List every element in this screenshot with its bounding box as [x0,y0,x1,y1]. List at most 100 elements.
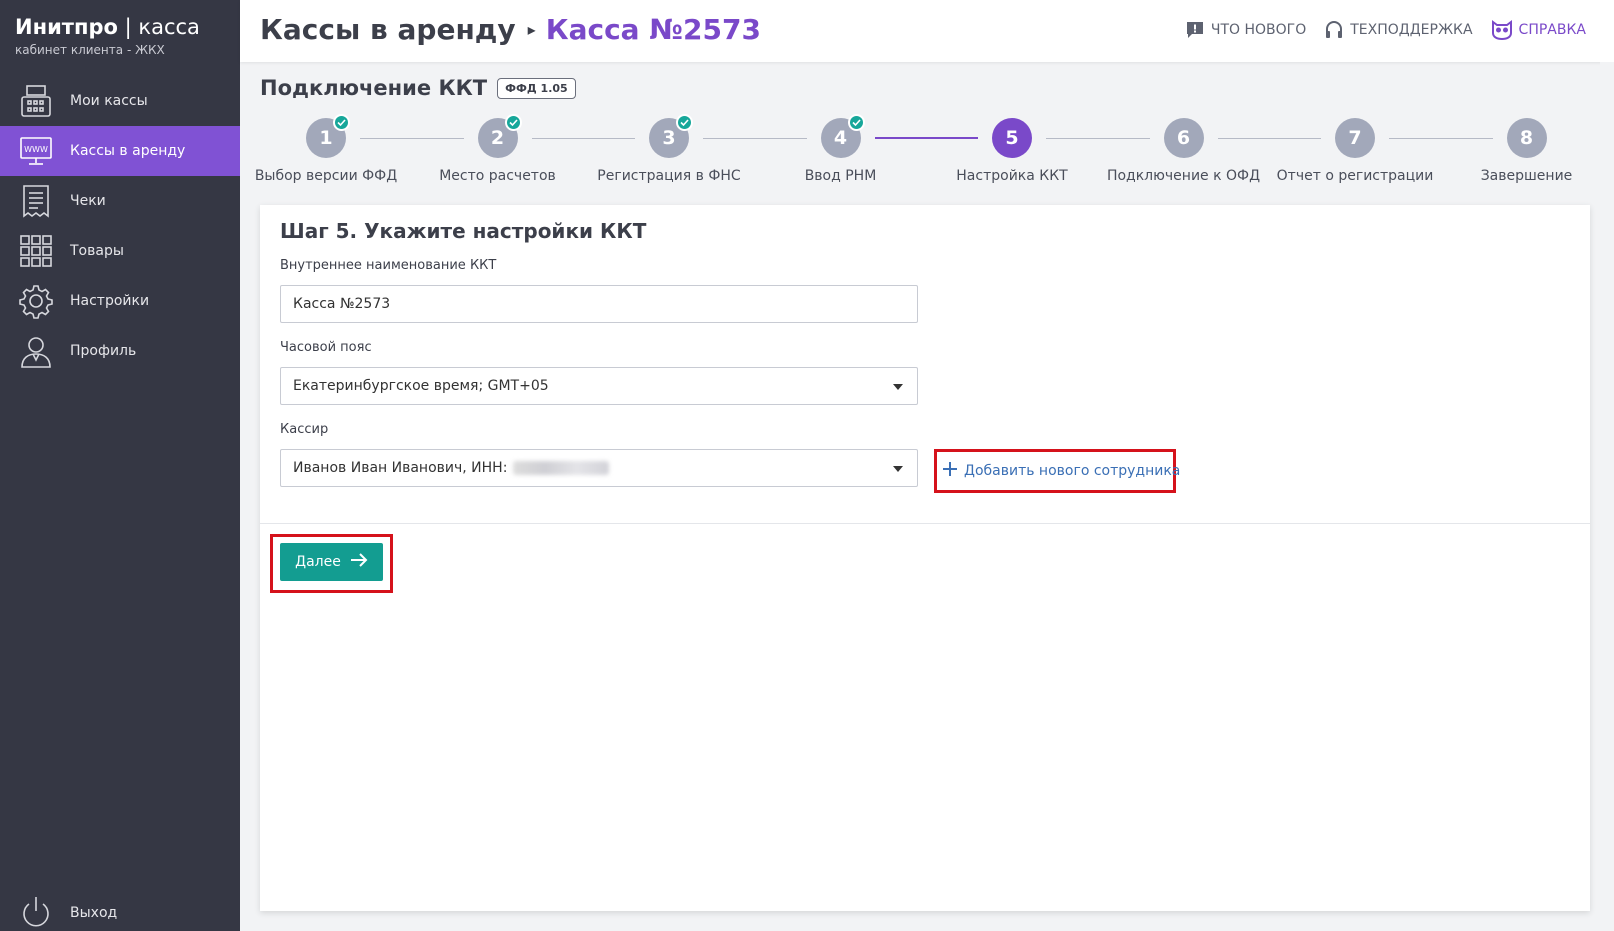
check-icon [333,114,350,131]
sidebar-item-label: Товары [70,243,124,259]
caret-down-icon [893,466,903,472]
help-link[interactable]: Справка [1491,20,1586,40]
sidebar-item-my-registers[interactable]: Мои кассы [0,76,240,126]
cash-register-icon [16,81,56,121]
step-label: Настройка ККТ [956,168,1068,184]
wizard-stepper: 1 Выбор версии ФФД 2 Место расчетов 3 Регистр… [255,114,1614,190]
sidebar-item-profile[interactable]: Профиль [0,326,240,376]
step-title: Шаг 5. Укажите настройки ККТ [280,219,647,243]
internal-name-value: Касса №2573 [293,296,391,312]
caret-down-icon [893,384,903,390]
sidebar-item-label: Кассы в аренду [70,143,186,159]
scrollbar[interactable] [1600,62,1614,931]
step-label: Место расчетов [439,168,556,184]
step-5: 5 Настройка ККТ [927,118,1097,184]
sidebar-item-label: Чеки [70,193,106,209]
www-monitor-icon: WWW [16,131,56,171]
step-number: 6 [1176,127,1191,149]
svg-text:WWW: WWW [24,145,48,154]
step-label: Подключение к ОФД [1106,168,1261,184]
top-header: Кассы в аренду ▸ Касса №2573 Что нового … [240,0,1614,62]
cashier-label: Кассир [280,422,329,437]
timezone-value: Екатеринбургское время; GMT+05 [293,378,549,394]
plus-icon [943,462,957,480]
sidebar-item-receipts[interactable]: Чеки [0,176,240,226]
step-label: Ввод РНМ [804,168,877,184]
step-circle: 7 [1335,118,1375,158]
internal-name-label: Внутреннее наименование ККТ [280,258,497,273]
step-number: 5 [1005,127,1019,149]
step-circle: 1 [306,114,350,158]
form-card: Шаг 5. Укажите настройки ККТ Внутреннее … [260,205,1590,911]
ffd-version-badge: ФФД 1.05 [497,77,576,99]
section-title: Подключение ККТ [260,76,488,100]
breadcrumb-root[interactable]: Кассы в аренду [260,13,516,46]
sidebar-item-rental-registers[interactable]: WWW Кассы в аренду [0,126,240,176]
help-label: Справка [1518,22,1586,38]
redacted-inn [513,461,610,475]
next-button-highlight: Далее [270,534,393,593]
breadcrumb-current: Касса №2573 [545,13,761,46]
next-button[interactable]: Далее [280,543,383,581]
header-links: Что нового Техподдержка Справка [1185,20,1586,40]
whats-new-link[interactable]: Что нового [1185,20,1306,40]
brand-logo[interactable]: Инитпро | касса кабинет клиента - ЖКХ [15,14,200,57]
step-circle: 5 [992,118,1032,158]
divider [260,523,1590,524]
power-icon [16,893,56,931]
sidebar-item-label: Мои кассы [70,93,148,109]
step-label: Выбор версии ФФД [254,168,398,184]
step-number: 7 [1348,127,1362,149]
step-number: 2 [490,127,505,149]
step-1[interactable]: 1 Выбор версии ФФД [241,114,411,184]
step-2[interactable]: 2 Место расчетов [413,114,583,184]
user-icon [16,331,56,371]
brand-subtitle: кабинет клиента - ЖКХ [15,43,165,57]
sidebar-item-settings[interactable]: Настройки [0,276,240,326]
step-3[interactable]: 3 Регистрация в ФНС [584,114,754,184]
step-number: 8 [1519,127,1534,149]
headset-icon [1324,20,1344,40]
step-circle: 3 [649,114,693,158]
step-6: 6 Подключение к ОФД [1099,118,1269,184]
brand-name: Инитпро | касса [15,15,200,39]
breadcrumb: Кассы в аренду ▸ Касса №2573 [260,13,761,46]
check-icon [676,114,693,131]
step-label: Регистрация в ФНС [597,168,741,184]
step-number: 1 [319,127,333,149]
owl-icon [1491,20,1513,40]
gear-icon [16,281,56,321]
step-4[interactable]: 4 Ввод РНМ [756,114,926,184]
add-employee-label: Добавить нового сотрудника [964,463,1181,479]
sidebar-item-label: Профиль [70,343,137,359]
check-icon [847,114,865,131]
announcement-icon [1185,20,1205,40]
step-number: 3 [662,127,676,149]
add-employee-link[interactable]: Добавить нового сотрудника [934,449,1180,493]
step-number: 4 [833,127,848,149]
arrow-right-icon [350,553,368,571]
whats-new-label: Что нового [1210,22,1307,38]
support-label: Техподдержка [1350,22,1473,38]
step-circle: 2 [477,114,522,158]
sidebar-item-goods[interactable]: Товары [0,226,240,276]
grid-icon [16,231,56,271]
step-label: Завершение [1480,168,1573,184]
timezone-label: Часовой пояс [280,340,372,355]
section-header: Подключение ККТ ФФД 1.05 [260,76,576,100]
logout-label: Выход [70,905,118,921]
next-button-label: Далее [295,554,341,570]
step-7: 7 Отчет о регистрации [1270,118,1440,184]
step-8: 8 Завершение [1442,118,1612,184]
timezone-select[interactable]: Екатеринбургское время; GMT+05 [280,367,918,405]
check-icon [504,114,522,131]
cashier-select[interactable]: Иванов Иван Иванович, ИНН: [280,449,918,487]
sidebar: Инитпро | касса кабинет клиента - ЖКХ Мо… [0,0,240,931]
internal-name-input[interactable]: Касса №2573 [280,285,918,323]
step-circle: 6 [1163,118,1204,158]
logout-button[interactable]: Выход [0,888,240,931]
step-circle: 4 [820,114,865,158]
support-link[interactable]: Техподдержка [1324,20,1473,40]
receipt-icon [16,181,56,221]
cashier-value: Иванов Иван Иванович, ИНН: [293,460,508,476]
